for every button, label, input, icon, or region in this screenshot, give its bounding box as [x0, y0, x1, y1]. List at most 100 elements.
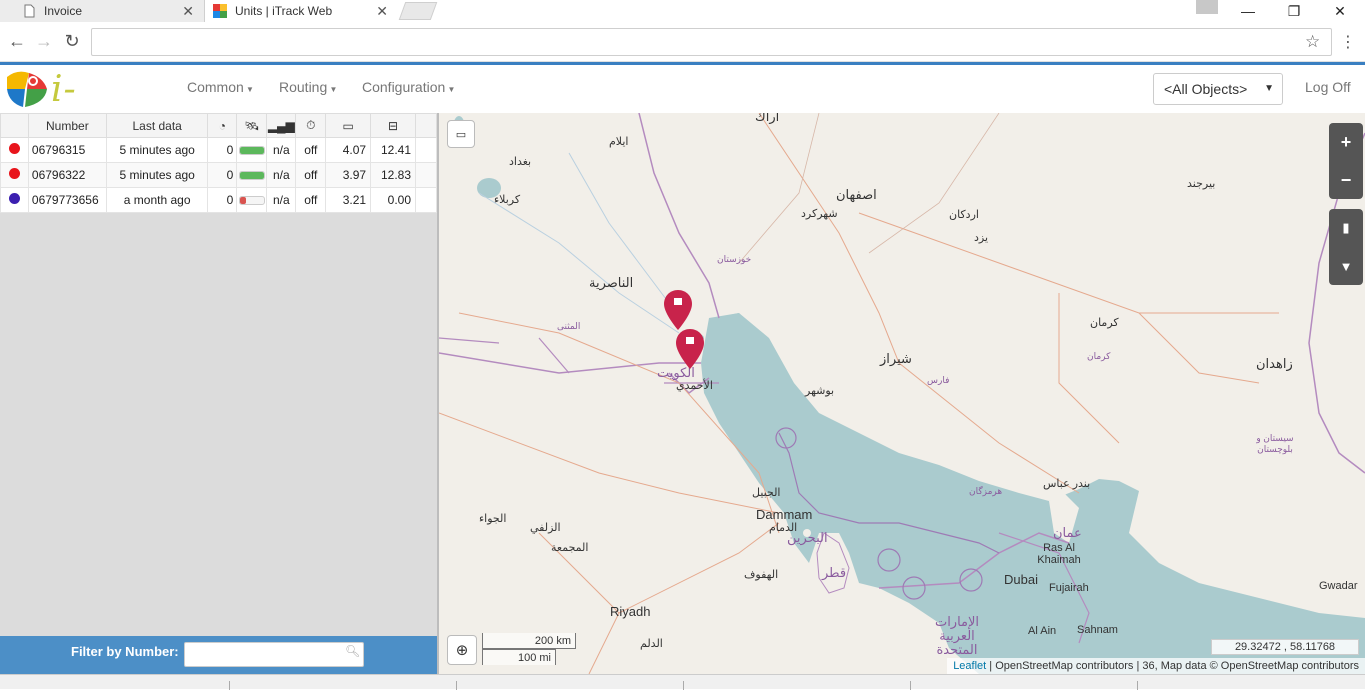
- tab-title: Invoice: [44, 4, 83, 18]
- gps-column-header[interactable]: 🛰: [236, 113, 268, 138]
- map-label-uae: الإمارات العربية المتحدة: [934, 614, 980, 657]
- profile-icon[interactable]: [1196, 0, 1218, 14]
- last-data-cell: 5 minutes ago: [105, 137, 209, 163]
- tab-title: Units | iTrack Web: [235, 4, 333, 18]
- zoom-control: + −: [1329, 123, 1363, 199]
- browser-tab-invoice[interactable]: Invoice ✕: [0, 0, 205, 22]
- forward-arrow-icon[interactable]: →: [34, 31, 54, 51]
- speed-cell: 0: [207, 187, 238, 213]
- truck-icon: [686, 337, 694, 344]
- spacer-cell: [415, 162, 437, 188]
- battery-column-header[interactable]: ▭: [325, 113, 372, 138]
- map-label-zahedan: زاهدان: [1256, 356, 1293, 371]
- map-label-kerman-province: كرمان: [1087, 351, 1111, 361]
- map-label-muthanna: المثنى: [557, 321, 581, 331]
- number-cell: 0679773656: [27, 187, 107, 213]
- bookmark-icon: ▼: [1339, 258, 1353, 274]
- osm-link[interactable]: OpenStreetMap contributors: [995, 660, 1133, 672]
- map-label-sahnam: Sahnam: [1077, 624, 1118, 636]
- back-arrow-icon[interactable]: ←: [7, 31, 27, 51]
- minimize-button[interactable]: —: [1225, 0, 1271, 22]
- table-row[interactable]: 06796322 5 minutes ago 0 n/a off 3.97 12.83: [0, 162, 437, 188]
- speedometer-icon: ◔: [218, 118, 227, 133]
- last-data-cell: 5 minutes ago: [105, 162, 209, 188]
- zoom-out-button[interactable]: −: [1329, 161, 1363, 199]
- layer-control: ▮ ▼: [1329, 209, 1363, 285]
- menu-common[interactable]: Common ▼: [187, 79, 254, 95]
- map-label-khuzestan: خوزستان: [717, 254, 752, 264]
- menu-configuration[interactable]: Configuration ▼: [362, 79, 455, 95]
- truck-icon: [674, 298, 682, 305]
- map-label-fars: فارس: [927, 375, 950, 385]
- leaflet-link[interactable]: Leaflet: [953, 660, 986, 672]
- search-icon[interactable]: 🔍︎: [345, 644, 360, 658]
- menu-configuration-label: Configuration: [362, 79, 446, 95]
- new-tab-button[interactable]: [398, 2, 438, 20]
- unit-marker[interactable]: [676, 329, 704, 369]
- map-label-bahrain: البحرين: [787, 530, 828, 545]
- browser-tab-units[interactable]: Units | iTrack Web ✕: [205, 0, 398, 22]
- map-view[interactable]: اراك اصفهان ايلام بغداد كربلاء الناصرية …: [439, 113, 1365, 674]
- reload-icon[interactable]: ↻: [62, 31, 82, 51]
- map-label-qatar: قطر: [822, 565, 847, 580]
- map-label-nasiriyah: الناصرية: [589, 275, 634, 290]
- gps-signal-bar: [238, 196, 265, 206]
- ignition-cell: off: [295, 137, 327, 163]
- scale-km: 200 km: [482, 633, 576, 649]
- gsm-signal-icon: ▂▄▆: [267, 118, 295, 133]
- itrack-logo[interactable]: i-track: [3, 67, 150, 151]
- browser-menu-icon[interactable]: ⋮: [1340, 32, 1356, 52]
- caret-down-icon: ▼: [1264, 83, 1274, 94]
- map-label-shiraz: شيراز: [880, 351, 912, 366]
- objects-select-value: <All Objects>: [1164, 81, 1248, 97]
- bookmarks-button[interactable]: ▼: [1329, 247, 1363, 285]
- zoom-in-button[interactable]: +: [1329, 123, 1363, 161]
- menu-routing[interactable]: Routing ▼: [279, 79, 337, 95]
- unit-marker[interactable]: [664, 290, 692, 330]
- filter-number-input[interactable]: [184, 642, 364, 667]
- globe-button[interactable]: ⊕: [447, 635, 477, 665]
- table-row[interactable]: 06796315 5 minutes ago 0 n/a off 4.07 12.41: [0, 137, 437, 163]
- gps-cell: [236, 187, 268, 213]
- spacer-cell: [415, 187, 437, 213]
- ignition-icon: ⏱: [306, 118, 316, 132]
- number-cell: 06796315: [27, 137, 107, 163]
- close-window-button[interactable]: ✕: [1317, 0, 1363, 22]
- map-label-fujairah: Fujairah: [1049, 582, 1089, 594]
- gps-cell: [236, 137, 268, 163]
- layers-button[interactable]: ▮: [1329, 209, 1363, 247]
- gsm-column-header[interactable]: ▂▄▆: [266, 113, 297, 138]
- map-label-hormozgan: هرمزگان: [969, 486, 1003, 496]
- map-label-birjand: بيرجند: [1187, 178, 1216, 190]
- ignition-column-header[interactable]: ⏱: [295, 113, 327, 138]
- power-column-header[interactable]: ⊟: [370, 113, 417, 138]
- map-label-ahmadi: الأحمدي: [676, 380, 713, 392]
- map-label-ras-al-khaimah: Ras Al Khaimah: [1037, 542, 1081, 566]
- close-tab-icon[interactable]: ✕: [376, 3, 388, 20]
- book-icon: ▮: [1342, 220, 1350, 235]
- speed-column-header[interactable]: ◔: [207, 113, 238, 138]
- map-label-bushehr: بوشهر: [805, 385, 835, 397]
- url-input[interactable]: [91, 28, 1332, 56]
- status-dot: [8, 143, 20, 154]
- map-label-jawa: الجواء: [479, 513, 507, 525]
- spacer-column-header: [415, 113, 437, 138]
- measure-ruler-button[interactable]: ▭: [447, 120, 475, 148]
- map-label-al-ain: Al Ain: [1028, 625, 1057, 637]
- status-column-header[interactable]: [0, 113, 29, 138]
- map-label-bandar-abbas: بندر عباس: [1043, 478, 1091, 490]
- number-column-header[interactable]: Number: [27, 113, 107, 138]
- close-tab-icon[interactable]: ✕: [182, 3, 194, 20]
- scale-mi: 100 mi: [482, 649, 556, 665]
- power-cell: 12.41: [370, 137, 417, 163]
- map-label-isfahan: اصفهان: [836, 187, 877, 202]
- objects-select[interactable]: <All Objects> ▼: [1153, 73, 1283, 105]
- status-dot: [8, 193, 20, 204]
- bookmark-star-icon[interactable]: ☆: [1305, 32, 1320, 52]
- gsm-cell: n/a: [266, 187, 297, 213]
- restore-button[interactable]: ❐: [1271, 0, 1317, 22]
- table-row[interactable]: 0679773656 a month ago 0 n/a off 3.21 0.00: [0, 187, 437, 213]
- logoff-link[interactable]: Log Off: [1305, 79, 1351, 95]
- speed-cell: 0: [207, 162, 238, 188]
- last-data-column-header[interactable]: Last data: [105, 113, 209, 138]
